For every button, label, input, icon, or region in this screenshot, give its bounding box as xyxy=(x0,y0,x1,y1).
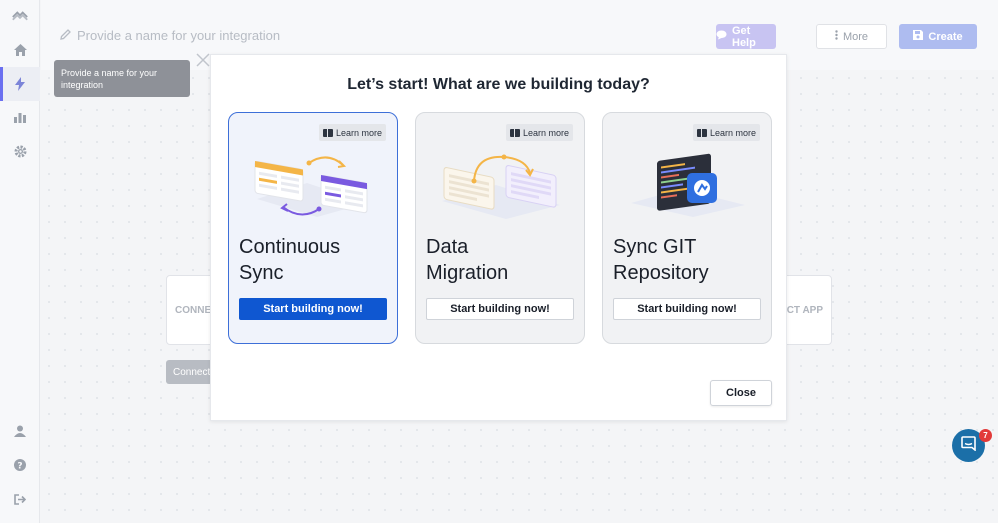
start-building-button[interactable]: Start building now! xyxy=(613,298,761,320)
card-data-migration[interactable]: Learn more Data Migration Start building… xyxy=(415,112,585,344)
card-title: Continuous Sync xyxy=(239,234,389,286)
connect-button-background[interactable]: Connect t xyxy=(166,360,216,384)
chat-icon xyxy=(961,435,976,456)
card-title-line2: Repository xyxy=(613,262,709,284)
continuous-sync-illustration xyxy=(254,156,368,217)
pencil-icon xyxy=(60,28,71,43)
learn-more-label: Learn more xyxy=(335,127,382,138)
left-sidebar: ? xyxy=(0,0,40,523)
card-title-line1: Data xyxy=(426,236,469,258)
integration-name-input[interactable]: Provide a name for your integration xyxy=(60,26,390,44)
book-icon xyxy=(509,128,520,137)
home-icon[interactable] xyxy=(11,41,29,59)
lightning-icon[interactable] xyxy=(11,75,29,93)
user-icon[interactable] xyxy=(11,422,29,440)
card-title-line1: Sync GIT xyxy=(613,236,697,258)
card-title-line1: Continuous xyxy=(239,236,341,258)
save-icon xyxy=(913,30,924,43)
close-button[interactable]: Close xyxy=(710,380,772,406)
get-help-label: Get Help xyxy=(732,24,756,49)
start-building-button[interactable]: Start building now! xyxy=(239,298,387,320)
start-modal: Let’s start! What are we building today?… xyxy=(210,54,787,421)
logo-icon[interactable] xyxy=(11,8,29,26)
card-title: Data Migration xyxy=(426,234,576,286)
close-x-icon[interactable] xyxy=(196,53,210,67)
kebab-icon xyxy=(835,30,838,43)
learn-more-label: Learn more xyxy=(522,127,569,138)
card-sync-git-repository[interactable]: Learn more Sync GIT Repository Start bui… xyxy=(602,112,772,344)
tooltip-text: Provide a name for your integration xyxy=(61,68,158,90)
integration-name-placeholder: Provide a name for your integration xyxy=(77,27,281,43)
learn-more-label: Learn more xyxy=(709,127,756,138)
create-label: Create xyxy=(928,30,963,43)
gear-icon[interactable] xyxy=(11,142,29,160)
start-building-button[interactable]: Start building now! xyxy=(426,298,574,320)
git-repository-illustration xyxy=(631,153,745,217)
svg-text:?: ? xyxy=(17,462,22,472)
book-icon xyxy=(322,128,333,137)
notification-badge: 7 xyxy=(979,429,992,442)
learn-more-button[interactable]: Learn more xyxy=(505,124,573,141)
card-continuous-sync[interactable]: Learn more Continuous Sync Start buildin… xyxy=(228,112,398,344)
more-button[interactable]: More xyxy=(816,24,887,49)
learn-more-button[interactable]: Learn more xyxy=(692,124,760,141)
name-tooltip: Provide a name for your integration xyxy=(54,60,190,97)
card-title: Sync GIT Repository xyxy=(613,234,763,286)
more-label: More xyxy=(842,30,869,43)
get-help-button[interactable]: Get Help xyxy=(716,24,776,49)
help-icon[interactable]: ? xyxy=(11,456,29,474)
card-title-line2: Migration xyxy=(426,262,509,284)
modal-title: Let’s start! What are we building today? xyxy=(347,76,650,93)
connect-app-left-label: CONNE xyxy=(175,304,212,316)
data-migration-illustration xyxy=(442,154,560,219)
logout-icon[interactable] xyxy=(11,490,29,508)
book-icon xyxy=(696,128,707,137)
chat-bubble-icon xyxy=(716,30,727,43)
create-button[interactable]: Create xyxy=(899,24,977,49)
learn-more-button[interactable]: Learn more xyxy=(318,124,386,141)
chart-icon[interactable] xyxy=(11,108,29,126)
card-title-line2: Sync xyxy=(239,262,284,284)
